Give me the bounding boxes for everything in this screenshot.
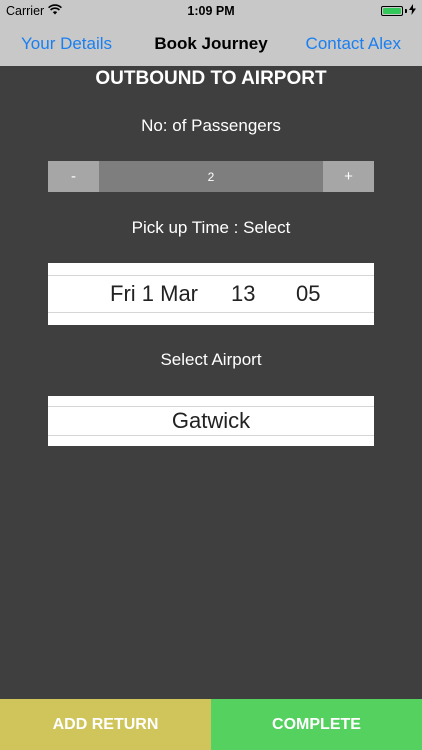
picker-minute[interactable]: 05: [296, 281, 320, 307]
decrement-button[interactable]: -: [48, 161, 99, 192]
pickup-time-picker[interactable]: Fri 1 Mar 13 05: [48, 263, 374, 325]
airport-value[interactable]: Gatwick: [48, 408, 374, 434]
status-time: 1:09 PM: [187, 4, 235, 18]
add-return-button[interactable]: ADD RETURN: [0, 699, 211, 750]
picker-hour[interactable]: 13: [231, 281, 255, 307]
pickup-time-label: Pick up Time : Select: [131, 218, 291, 237]
increment-button[interactable]: +: [323, 161, 374, 192]
section-title: OUTBOUND TO AIRPORT: [95, 68, 327, 89]
bottom-bar: ADD RETURN COMPLETE: [0, 699, 422, 750]
battery-icon: [381, 4, 416, 18]
passenger-stepper: - 2 +: [48, 161, 374, 192]
airport-picker[interactable]: Gatwick: [48, 396, 374, 446]
picker-date[interactable]: Fri 1 Mar: [110, 281, 198, 307]
passengers-label: No: of Passengers: [141, 116, 281, 135]
navigation-bar: Your Details Book Journey Contact Alex: [0, 22, 422, 66]
contact-alex-link[interactable]: Contact Alex: [306, 34, 401, 54]
passenger-count: 2: [99, 161, 323, 192]
bolt-icon: [409, 4, 416, 18]
complete-button[interactable]: COMPLETE: [211, 699, 422, 750]
battery-fill: [383, 8, 401, 14]
airport-label: Select Airport: [160, 350, 262, 369]
status-bar: Carrier 1:09 PM: [0, 0, 422, 22]
